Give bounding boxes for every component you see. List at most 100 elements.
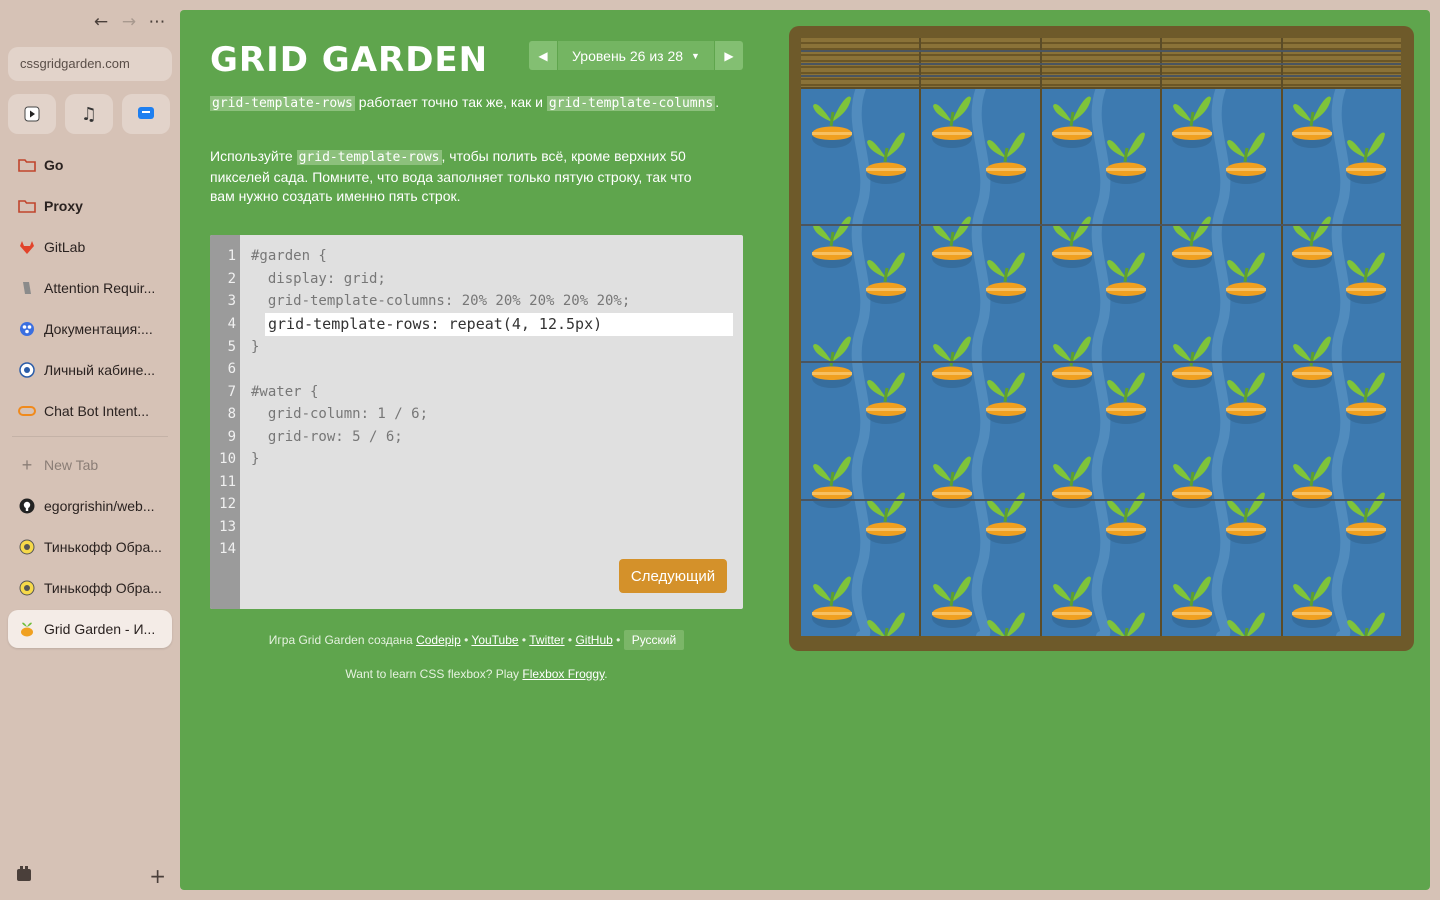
tab-attention-required[interactable]: Attention Requir... xyxy=(8,269,172,307)
level-label: Уровень 26 из 28 xyxy=(572,47,684,64)
line-number: 5 xyxy=(227,339,236,355)
line-number: 4 xyxy=(227,316,236,332)
pinned-video-button[interactable] xyxy=(8,94,56,134)
back-icon[interactable]: ← xyxy=(92,12,110,32)
code-line: grid-column: 1 / 6; xyxy=(251,406,429,422)
code-line: display: grid; xyxy=(251,271,386,287)
line-number: 12 xyxy=(219,496,236,512)
youtube-link[interactable]: YouTube xyxy=(471,633,518,647)
line-number: 9 xyxy=(227,429,236,445)
browser-sidebar: ← → ⋯ cssgridgarden.com ♫ Go Proxy GitLa… xyxy=(0,0,180,900)
line-number: 13 xyxy=(219,519,236,535)
grid-column-line xyxy=(801,38,922,636)
grid-row-line xyxy=(801,224,1401,226)
line-number: 10 xyxy=(219,451,236,467)
sidebar-footer: + xyxy=(16,864,166,888)
page-title: GRID GARDEN xyxy=(210,40,489,80)
next-level-icon[interactable]: ▶ xyxy=(715,41,743,70)
level-selector[interactable]: Уровень 26 из 28 ▼ xyxy=(557,41,715,70)
tab-tinkoff-1[interactable]: Тинькофф Обра... xyxy=(8,528,172,566)
bullet: • xyxy=(564,633,576,647)
line-number: 3 xyxy=(227,293,236,309)
tab-tinkoff-2[interactable]: Тинькофф Обра... xyxy=(8,569,172,607)
tab-grid-garden[interactable]: Grid Garden - И... xyxy=(8,610,172,648)
grid-row-line xyxy=(801,87,1401,89)
tab-documentation[interactable]: Документация:... xyxy=(8,310,172,348)
instructions-paragraph-1: grid-template-rows работает точно так же… xyxy=(210,93,720,114)
folder-icon xyxy=(18,156,36,174)
bullet: • xyxy=(518,633,530,647)
css-input[interactable]: grid-template-rows: repeat(4, 12.5px) xyxy=(265,313,733,336)
credits: Игра Grid Garden создана Codepip • YouTu… xyxy=(210,630,743,650)
tinkoff-icon xyxy=(18,579,36,597)
downloads-icon[interactable] xyxy=(16,864,32,888)
code-editor: 1 2 3 4 5 6 7 8 9 10 11 12 13 14 #garden… xyxy=(210,235,743,609)
folder-icon xyxy=(18,197,36,215)
prev-level-icon[interactable]: ◀ xyxy=(529,41,557,70)
twitter-link[interactable]: Twitter xyxy=(529,633,564,647)
grid-row-line xyxy=(801,361,1401,363)
grid-row-line xyxy=(801,499,1401,501)
credits-text: Игра Grid Garden создана xyxy=(268,633,417,647)
pinned-messages-button[interactable] xyxy=(122,94,170,134)
chat-icon xyxy=(138,107,154,119)
code-line: #water { xyxy=(251,384,319,400)
tab-list: Go Proxy GitLab Attention Requir... Доку… xyxy=(8,146,172,651)
grid-column-line xyxy=(921,38,1042,636)
docs-icon xyxy=(18,320,36,338)
github-link[interactable]: GitHub xyxy=(575,633,612,647)
grid-row-line xyxy=(801,63,1401,65)
line-number: 14 xyxy=(219,541,236,557)
game-page: GRID GARDEN ◀ Уровень 26 из 28 ▼ ▶ grid-… xyxy=(180,10,1430,890)
line-number: 7 xyxy=(227,384,236,400)
bullet: • xyxy=(612,633,624,647)
code-line: } xyxy=(251,339,260,355)
grid-row-line xyxy=(801,50,1401,52)
grid-column-line xyxy=(1162,38,1283,636)
new-tab-button[interactable]: + New Tab xyxy=(8,446,172,484)
tinkoff-icon xyxy=(18,538,36,556)
pinned-music-button[interactable]: ♫ xyxy=(65,94,113,134)
code-term: grid-template-columns xyxy=(546,96,716,111)
instruction-text: работает точно так же, как и xyxy=(354,94,547,110)
pinned-tabs: ♫ xyxy=(8,94,170,134)
chevron-down-icon: ▼ xyxy=(691,50,700,61)
instruction-text: . xyxy=(715,94,720,110)
tab-go-folder[interactable]: Go xyxy=(8,146,172,184)
github-icon xyxy=(18,497,36,515)
line-number: 6 xyxy=(227,361,236,377)
bullet: • xyxy=(460,633,472,647)
code-line: } xyxy=(251,451,260,467)
add-icon[interactable]: + xyxy=(149,864,166,888)
chatbot-icon xyxy=(18,402,36,420)
line-number: 8 xyxy=(227,406,236,422)
tab-github[interactable]: egorgrishin/web... xyxy=(8,487,172,525)
garden-soil xyxy=(801,38,1401,636)
tab-personal-cabinet[interactable]: Личный кабине... xyxy=(8,351,172,389)
tab-separator xyxy=(12,436,168,437)
language-button[interactable]: Русский xyxy=(623,630,685,650)
instruction-text: Используйте xyxy=(210,148,297,164)
forward-icon[interactable]: → xyxy=(120,12,138,32)
grid-column-line xyxy=(1042,38,1163,636)
code-line: grid-template-columns: 20% 20% 20% 20% 2… xyxy=(251,293,631,309)
url-bar[interactable]: cssgridgarden.com xyxy=(8,47,172,81)
next-button[interactable]: Следующий xyxy=(619,559,727,593)
garden-board xyxy=(789,26,1414,651)
code-line: grid-row: 5 / 6; xyxy=(251,429,403,445)
flexbox-froggy-link[interactable]: Flexbox Froggy xyxy=(522,667,604,681)
instructions-paragraph-2: Используйте grid-template-rows, чтобы по… xyxy=(210,147,720,207)
grid-row-line xyxy=(801,75,1401,77)
tab-gitlab[interactable]: GitLab xyxy=(8,228,172,266)
tab-chat-bot[interactable]: Chat Bot Intent... xyxy=(8,392,172,430)
codepip-link[interactable]: Codepip xyxy=(416,633,461,647)
plus-icon: + xyxy=(21,454,33,475)
music-icon: ♫ xyxy=(80,103,98,125)
more-icon[interactable]: ⋯ xyxy=(148,12,166,32)
gitlab-icon xyxy=(18,238,36,256)
play-icon xyxy=(24,106,40,122)
cabinet-icon xyxy=(18,361,36,379)
tab-proxy-folder[interactable]: Proxy xyxy=(8,187,172,225)
grid-column-line xyxy=(1283,38,1401,636)
line-number: 1 xyxy=(227,248,236,264)
